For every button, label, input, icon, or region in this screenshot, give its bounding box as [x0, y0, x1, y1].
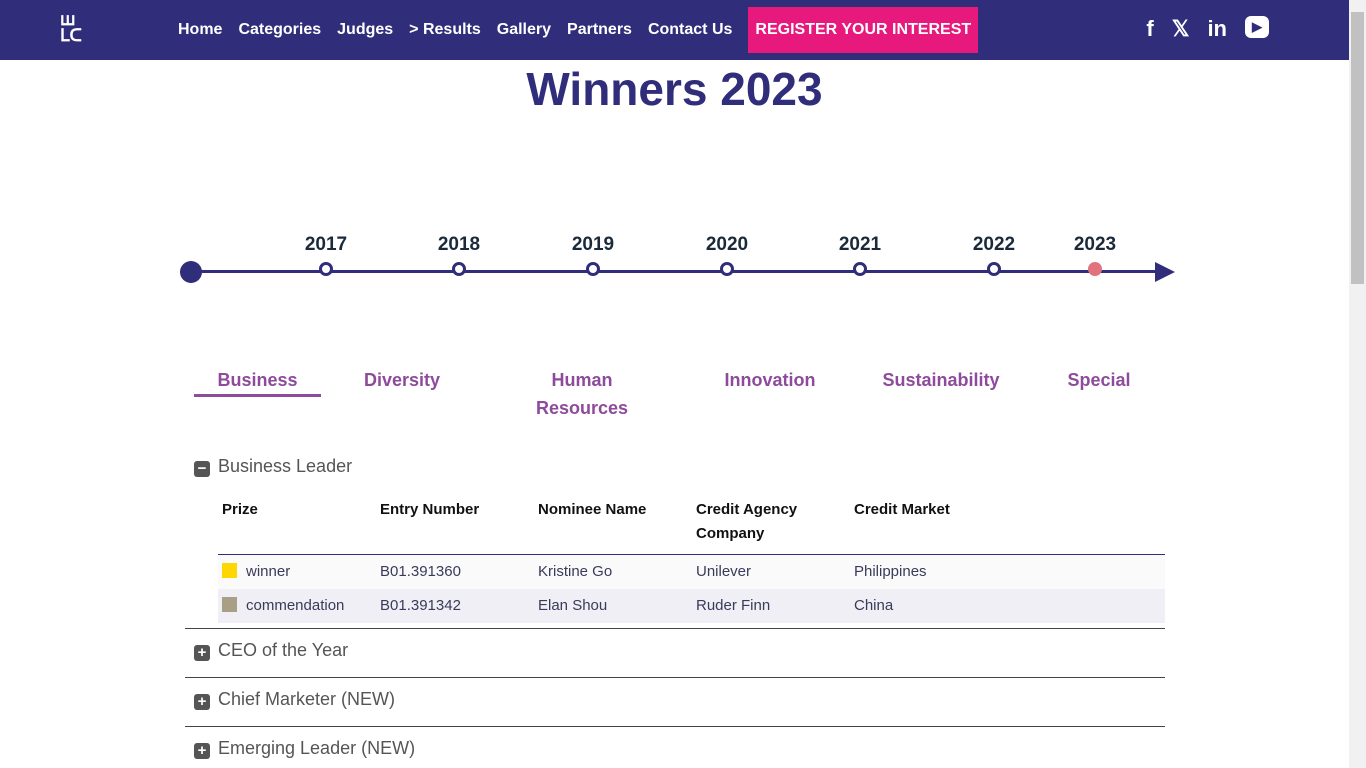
col-market: Credit Market [850, 496, 1165, 555]
timeline-dot-2018[interactable] [452, 262, 466, 276]
facebook-icon[interactable]: f [1146, 16, 1153, 42]
col-entry: Entry Number [376, 496, 534, 555]
col-agency: Credit Agency Company [692, 496, 850, 555]
results-table: Prize Entry Number Nominee Name Credit A… [218, 496, 1165, 623]
timeline-dot-2019[interactable] [586, 262, 600, 276]
accordion-ceo-of-the-year[interactable]: + CEO of the Year [185, 640, 1165, 661]
x-icon[interactable]: 𝕏 [1172, 16, 1190, 42]
page-title: Winners 2023 [526, 63, 823, 115]
tab-special[interactable]: Special [1055, 366, 1143, 394]
logo[interactable]: ꟺ ᒪᑕ [60, 11, 90, 44]
nav-results[interactable]: > Results [409, 21, 481, 39]
nav-categories[interactable]: Categories [238, 21, 321, 39]
timeline-year-2022[interactable]: 2022 [973, 234, 1015, 256]
agency: Ruder Finn [696, 597, 771, 614]
accordion-emerging-leader[interactable]: + Emerging Leader (NEW) [185, 738, 1165, 759]
timeline-year-2023[interactable]: 2023 [1074, 234, 1116, 256]
table-row: commendation B01.391342 Elan Shou Ruder … [218, 588, 1165, 623]
plus-icon: + [194, 694, 210, 710]
accordion-chief-marketer[interactable]: + Chief Marketer (NEW) [185, 689, 1165, 710]
nav-judges[interactable]: Judges [337, 21, 393, 39]
tab-human-resources[interactable]: Human Resources [527, 366, 637, 422]
winner-swatch [222, 563, 237, 579]
tab-diversity[interactable]: Diversity [350, 366, 454, 394]
tab-sustainability[interactable]: Sustainability [876, 366, 1006, 394]
scrollbar[interactable] [1349, 0, 1366, 768]
plus-icon: + [194, 743, 210, 759]
timeline-dot-2017[interactable] [319, 262, 333, 276]
minus-icon: − [194, 461, 210, 477]
divider [185, 726, 1165, 727]
timeline-dot-2020[interactable] [720, 262, 734, 276]
nominee-name: Kristine Go [538, 563, 613, 581]
col-prize: Prize [218, 496, 376, 555]
accordion-business-leader[interactable]: − Business Leader [185, 456, 1165, 477]
nav-partners[interactable]: Partners [567, 21, 632, 39]
agency: Unilever [696, 563, 752, 581]
market: China [854, 597, 894, 614]
timeline-year-2019[interactable]: 2019 [572, 234, 614, 256]
timeline-year-2021[interactable]: 2021 [839, 234, 881, 256]
nav-gallery[interactable]: Gallery [497, 21, 551, 39]
timeline-dot-2023[interactable] [1088, 262, 1102, 276]
timeline-dot-2021[interactable] [853, 262, 867, 276]
nav-home[interactable]: Home [178, 21, 222, 39]
timeline-line [190, 270, 1160, 273]
linkedin-icon[interactable]: in [1207, 16, 1227, 42]
divider [185, 628, 1165, 629]
youtube-icon[interactable]: ▶ [1245, 16, 1269, 38]
nominee-name: Elan Shou [538, 597, 608, 614]
col-nominee: Nominee Name [534, 496, 692, 555]
timeline-year-2018[interactable]: 2018 [438, 234, 480, 256]
timeline-year-2017[interactable]: 2017 [305, 234, 347, 256]
plus-icon: + [194, 645, 210, 661]
market: Philippines [854, 563, 927, 581]
register-button[interactable]: REGISTER YOUR INTEREST [748, 7, 979, 53]
tab-innovation[interactable]: Innovation [715, 366, 825, 394]
table-row: winner B01.391360 Kristine Go Unilever P… [218, 554, 1165, 589]
top-nav: ꟺ ᒪᑕ Home Categories Judges > Results Gal… [0, 0, 1349, 60]
entry-number: B01.391342 [380, 597, 461, 614]
timeline-dot-2022[interactable] [987, 262, 1001, 276]
timeline-arrow-icon [1155, 262, 1175, 282]
nav-contact[interactable]: Contact Us [648, 21, 732, 39]
timeline-year-2020[interactable]: 2020 [706, 234, 748, 256]
entry-number: B01.391360 [380, 563, 461, 581]
commendation-swatch [222, 597, 237, 612]
tab-business[interactable]: Business [194, 366, 321, 397]
divider [185, 677, 1165, 678]
